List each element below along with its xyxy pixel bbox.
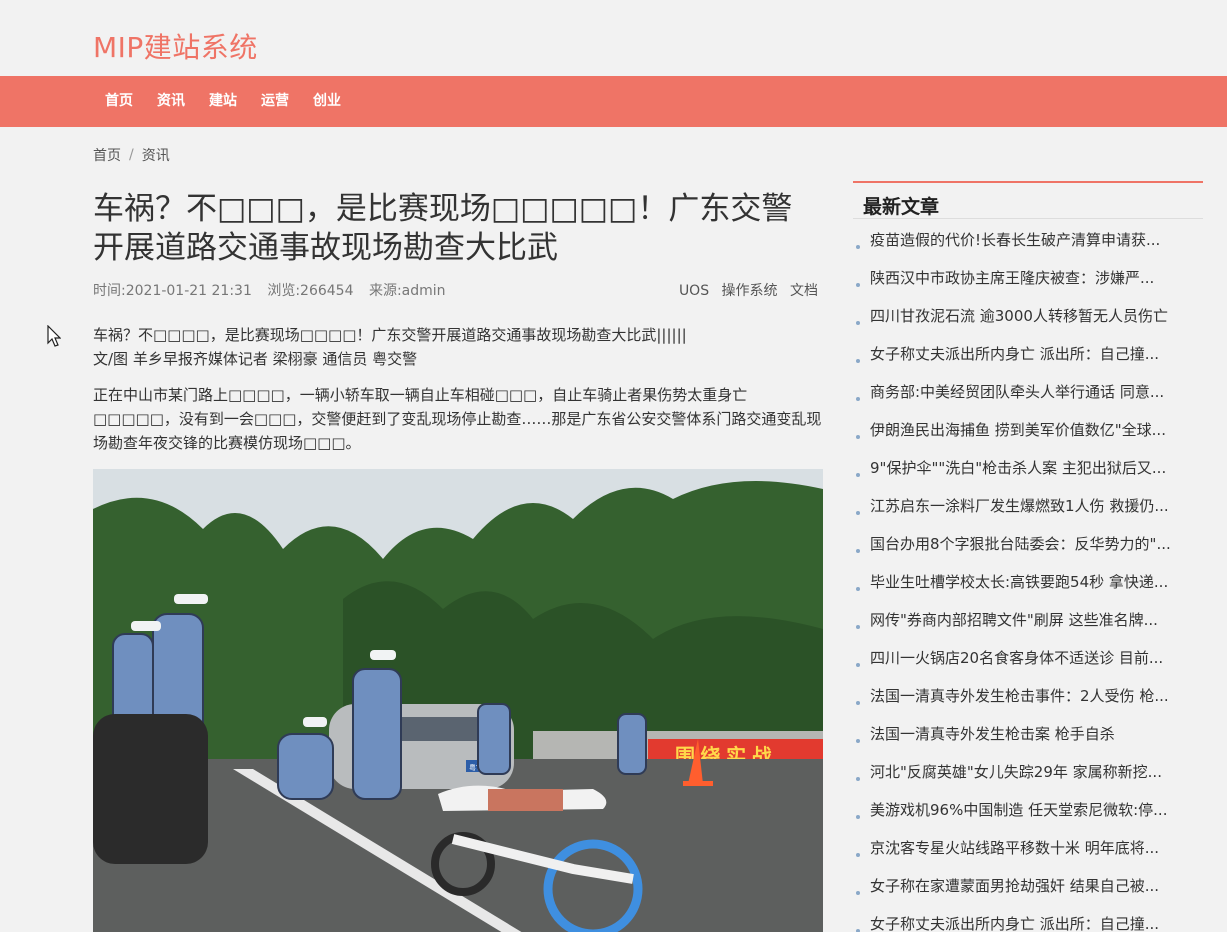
latest-article-link[interactable]: 毕业生吐槽学校太长:高铁要跑54秒 拿快递...	[853, 563, 1193, 601]
intro-line-1: 车祸？不□□□□，是比赛现场□□□□！广东交警开展道路交通事故现场勘查大比武||…	[93, 326, 687, 344]
sidebar-title: 最新文章	[853, 183, 1203, 219]
nav-item-startup[interactable]: 创业	[301, 76, 353, 127]
article-main: 车祸？不□□□，是比赛现场□□□□□！广东交警开展道路交通事故现场勘查大比武 时…	[93, 190, 823, 932]
latest-article-link[interactable]: 女子称丈夫派出所内身亡 派出所：自己撞...	[853, 335, 1193, 373]
nav-item-operations[interactable]: 运营	[249, 76, 301, 127]
latest-article-link[interactable]: 四川一火锅店20名食客身体不适送诊 目前...	[853, 639, 1193, 677]
publish-time: 时间:2021-01-21 21:31	[93, 283, 252, 299]
latest-article-link[interactable]: 女子称丈夫派出所内身亡 派出所：自己撞...	[853, 905, 1193, 932]
photo-illustration: 围 绕 实 战 粤T·5087	[93, 469, 823, 932]
site-header: MIP建站系统	[0, 0, 1227, 76]
article-meta: 时间:2021-01-21 21:31 浏览:266454 来源:admin U…	[93, 280, 818, 300]
tag-link[interactable]: 操作系统	[722, 283, 778, 299]
breadcrumb-home[interactable]: 首页	[93, 145, 121, 165]
mouse-pointer-icon	[47, 324, 62, 351]
nav-item-news[interactable]: 资讯	[145, 76, 197, 127]
latest-article-link[interactable]: 四川甘孜泥石流 逾3000人转移暂无人员伤亡	[853, 297, 1193, 335]
sidebar: 最新文章 疫苗造假的代价!长春长生破产清算申请获... 陕西汉中市政协主席王隆庆…	[853, 181, 1203, 932]
breadcrumb-current[interactable]: 资讯	[142, 145, 170, 165]
article-content: 车祸？不□□□□，是比赛现场□□□□！广东交警开展道路交通事故现场勘查大比武||…	[93, 323, 823, 455]
latest-article-link[interactable]: 女子称在家遭蒙面男抢劫强奸 结果自己被...	[853, 867, 1193, 905]
article-photo: 围 绕 实 战 粤T·5087	[93, 469, 823, 932]
article-tags: UOS 操作系统 文档	[671, 280, 818, 300]
latest-article-link[interactable]: 陕西汉中市政协主席王隆庆被查：涉嫌严...	[853, 259, 1193, 297]
latest-article-link[interactable]: 法国一清真寺外发生枪击事件：2人受伤 枪...	[853, 677, 1193, 715]
latest-article-link[interactable]: 商务部:中美经贸团队牵头人举行通话 同意...	[853, 373, 1193, 411]
nav-item-home[interactable]: 首页	[93, 76, 145, 127]
latest-article-link[interactable]: 疫苗造假的代价!长春长生破产清算申请获...	[853, 221, 1193, 259]
site-logo[interactable]: MIP建站系统	[93, 26, 258, 66]
article-intro: 车祸？不□□□□，是比赛现场□□□□！广东交警开展道路交通事故现场勘查大比武||…	[93, 323, 823, 371]
breadcrumb-separator: /	[129, 147, 134, 163]
latest-article-link[interactable]: 京沈客专星火站线路平移数十米 明年底将...	[853, 829, 1193, 867]
main-navbar: 首页 资讯 建站 运营 创业	[0, 76, 1227, 127]
intro-line-2: 文/图 羊乡早报齐媒体记者 梁栩豪 通信员 粤交警	[93, 350, 418, 368]
latest-article-link[interactable]: 9"保护伞""洗白"枪击杀人案 主犯出狱后又...	[853, 449, 1193, 487]
nav-item-build-site[interactable]: 建站	[197, 76, 249, 127]
breadcrumb: 首页 / 资讯	[93, 145, 170, 165]
latest-article-link[interactable]: 美游戏机96%中国制造 任天堂索尼微软:停...	[853, 791, 1193, 829]
tag-link[interactable]: UOS	[679, 283, 709, 299]
latest-articles-list: 疫苗造假的代价!长春长生破产清算申请获... 陕西汉中市政协主席王隆庆被查：涉嫌…	[853, 221, 1203, 932]
view-count: 浏览:266454	[267, 283, 354, 299]
article-source: 来源:admin	[368, 283, 446, 299]
tag-link[interactable]: 文档	[790, 283, 818, 299]
latest-article-link[interactable]: 江苏启东一涂料厂发生爆燃致1人伤 救援仍...	[853, 487, 1193, 525]
latest-article-link[interactable]: 伊朗渔民出海捕鱼 捞到美军价值数亿"全球...	[853, 411, 1193, 449]
nav-list: 首页 资讯 建站 运营 创业	[93, 76, 353, 127]
latest-article-link[interactable]: 国台办用8个字狠批台陆委会：反华势力的"...	[853, 525, 1193, 563]
latest-article-link[interactable]: 法国一清真寺外发生枪击案 枪手自杀	[853, 715, 1193, 753]
article-title: 车祸？不□□□，是比赛现场□□□□□！广东交警开展道路交通事故现场勘查大比武	[93, 191, 793, 266]
latest-article-link[interactable]: 河北"反腐英雄"女儿失踪29年 家属称新挖...	[853, 753, 1193, 791]
latest-article-link[interactable]: 网传"券商内部招聘文件"刷屏 这些准名牌...	[853, 601, 1193, 639]
article-paragraph: 正在中山市某门路上□□□□，一辆小轿车取一辆自止车相碰□□□，自止车骑止者果伤势…	[93, 386, 822, 452]
